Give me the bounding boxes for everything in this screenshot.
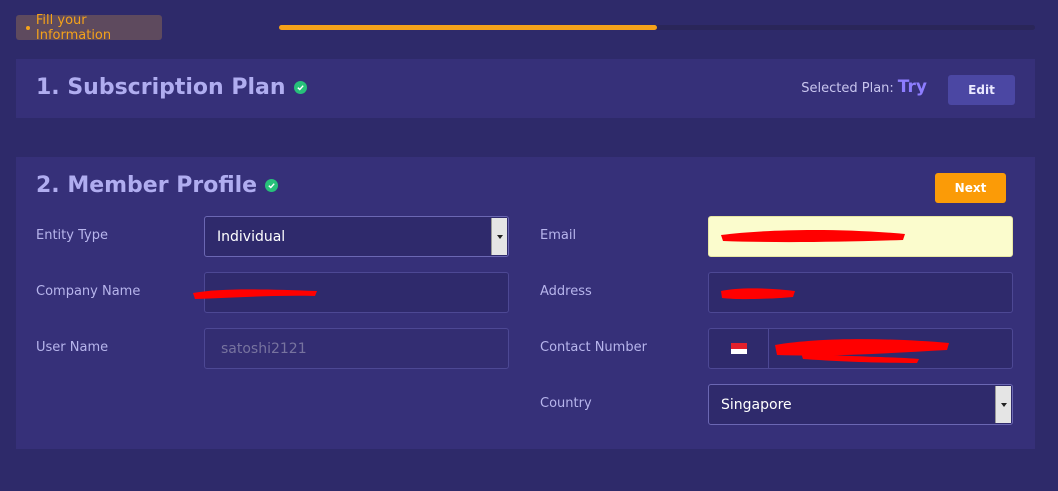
progress-bar [279,25,1035,30]
redaction-scribble [193,289,317,299]
progress-bar-fill [279,25,657,30]
user-name-value: satoshi2121 [221,340,307,357]
email-label: Email [540,228,577,243]
step-indicator: Fill your Information [16,12,162,43]
redaction-scribble [721,229,905,243]
step-dot-icon [26,25,30,30]
redaction-scribble [775,339,949,363]
dropdown-arrow-icon[interactable] [995,386,1011,423]
next-button[interactable]: Next [935,173,1006,203]
selected-plan-name: Try [897,77,927,97]
entity-type-label: Entity Type [36,228,108,243]
entity-type-value: Individual [217,228,286,245]
country-code-selector[interactable] [709,329,769,368]
address-field[interactable] [708,272,1013,313]
member-profile-title: 2. Member Profile [36,173,258,198]
company-name-field[interactable] [193,272,509,313]
country-value: Singapore [721,396,792,413]
user-name-field[interactable]: satoshi2121 [204,328,509,369]
check-circle-icon [265,179,279,192]
member-profile-heading: 2. Member Profile [36,173,279,198]
email-field[interactable] [708,216,1013,257]
user-name-label: User Name [36,340,109,355]
address-label: Address [540,284,592,299]
member-profile-panel: 2. Member Profile Next Entity Type Indiv… [16,157,1035,449]
contact-number-field[interactable] [708,328,1013,369]
subscription-plan-panel: 1. Subscription Plan Selected Plan: Try … [16,59,1035,118]
selected-plan: Selected Plan: Try [801,77,927,97]
edit-button[interactable]: Edit [948,75,1015,105]
check-circle-icon [293,81,307,94]
country-select[interactable]: Singapore [708,384,1013,425]
company-name-label: Company Name [36,284,141,299]
subscription-plan-heading: 1. Subscription Plan [36,75,307,100]
redaction-scribble [721,288,795,300]
dropdown-arrow-icon[interactable] [491,218,507,255]
contact-number-label: Contact Number [540,340,647,355]
selected-plan-label: Selected Plan: [801,81,894,96]
entity-type-select[interactable]: Individual [204,216,509,257]
step-label: Fill your Information [35,12,112,43]
singapore-flag-icon [730,343,747,354]
country-label: Country [540,396,592,411]
subscription-plan-title: 1. Subscription Plan [36,75,286,100]
